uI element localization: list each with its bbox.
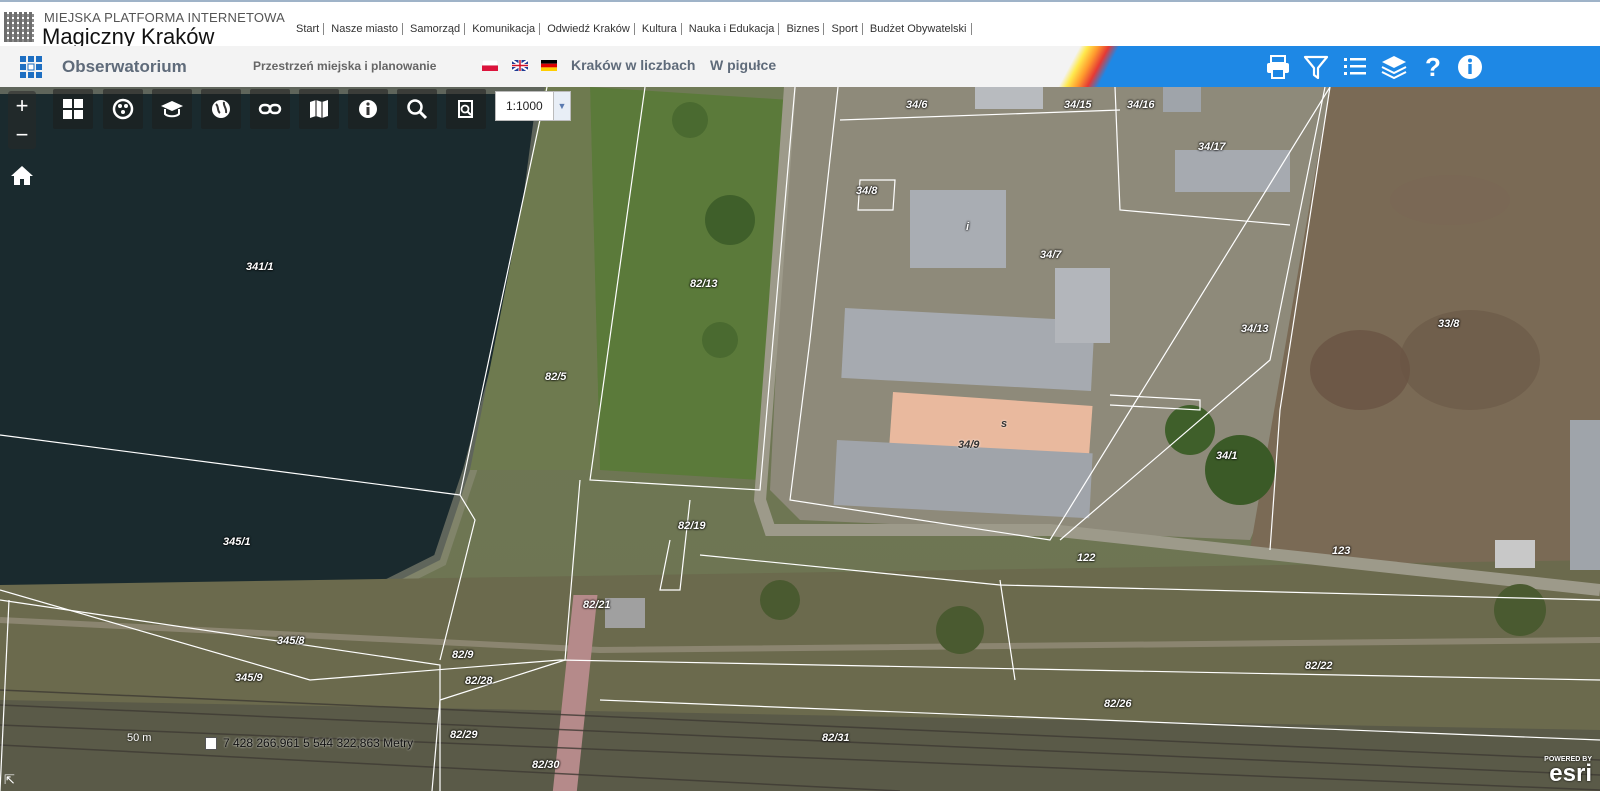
about-icon[interactable]	[1455, 52, 1485, 82]
parcel-label[interactable]: 82/9	[452, 649, 473, 661]
map-icon[interactable]	[299, 89, 339, 129]
parcel-label[interactable]: 82/22	[1305, 660, 1333, 672]
home-icon[interactable]	[9, 164, 35, 186]
parcel-label[interactable]: 33/8	[1438, 318, 1459, 330]
app-section-title: Przestrzeń miejska i planowanie	[253, 59, 437, 73]
parcel-label[interactable]: 34/7	[1040, 249, 1061, 261]
scale-bar: 50 m	[127, 732, 152, 744]
parcel-label[interactable]: 82/28	[465, 675, 493, 687]
list-icon[interactable]	[1340, 52, 1370, 82]
grid-icon[interactable]	[53, 89, 93, 129]
layers-icon[interactable]	[1379, 52, 1409, 82]
brand-subtitle: MIEJSKA PLATFORMA INTERNETOWA	[44, 10, 286, 25]
app-title[interactable]: Obserwatorium	[62, 57, 187, 77]
help-icon[interactable]: ?	[1418, 52, 1448, 82]
flag-uk-icon[interactable]	[512, 60, 528, 71]
zoom-in-button[interactable]: +	[8, 91, 36, 120]
portal-logo-icon[interactable]	[4, 12, 34, 42]
map-canvas[interactable]: 341/1 345/1 82/5 82/13 82/19 82/21 82/9 …	[0, 87, 1600, 791]
calculator-icon	[205, 737, 217, 751]
obserwatorium-logo-icon[interactable]	[18, 54, 44, 80]
nav-sport[interactable]: Sport	[827, 23, 863, 35]
link-w-pigulce[interactable]: W pigułce	[710, 57, 776, 73]
coordinates-readout: 7 428 266,961 5 544 322,863 Metry	[205, 736, 414, 751]
education-icon[interactable]	[152, 89, 192, 129]
palette-icon[interactable]	[103, 89, 143, 129]
print-icon[interactable]	[1263, 52, 1293, 82]
parcel-label[interactable]: 345/8	[277, 635, 305, 647]
portal-nav: Start Nasze miasto Samorząd Komunikacja …	[296, 23, 972, 35]
expand-arrow-icon[interactable]: ⇱	[4, 773, 18, 787]
nav-biznes[interactable]: Biznes	[782, 23, 825, 35]
parcel-label[interactable]: 82/5	[545, 371, 566, 383]
nav-nauka[interactable]: Nauka i Edukacja	[684, 23, 780, 35]
portal-header: MIEJSKA PLATFORMA INTERNETOWA Magiczny K…	[0, 0, 1600, 49]
svg-text:?: ?	[1425, 52, 1441, 82]
building-label[interactable]: i	[966, 221, 969, 233]
parcel-label[interactable]: 82/31	[822, 732, 850, 744]
zoom-control: + −	[8, 91, 36, 149]
scale-dropdown[interactable]: 1:1000 ▼	[495, 91, 571, 121]
esri-wordmark: esri	[1549, 760, 1592, 787]
parcel-label[interactable]: 34/15	[1064, 99, 1092, 111]
globe-icon[interactable]	[201, 89, 241, 129]
parcel-label[interactable]: 34/6	[906, 99, 927, 111]
parcel-label[interactable]: 345/1	[223, 536, 251, 548]
parcel-label[interactable]: 82/29	[450, 729, 478, 741]
parcel-label[interactable]: 82/26	[1104, 698, 1132, 710]
scale-value: 1:1000	[506, 99, 543, 113]
rainbow-decoration	[1030, 46, 1140, 87]
nav-nasze-miasto[interactable]: Nasze miasto	[327, 23, 403, 35]
parcel-label[interactable]: 82/19	[678, 520, 706, 532]
parcel-label[interactable]: 34/1	[1216, 450, 1237, 462]
parcel-label[interactable]: 34/13	[1241, 323, 1269, 335]
nav-samorzad[interactable]: Samorząd	[406, 23, 466, 35]
parcel-label[interactable]: 82/13	[690, 278, 718, 290]
search-icon[interactable]	[397, 89, 437, 129]
flag-pl-icon[interactable]	[482, 60, 498, 71]
parcel-label[interactable]: 123	[1332, 545, 1350, 557]
esri-logo[interactable]: POWERED BY esri	[1532, 756, 1592, 787]
flag-de-icon[interactable]	[541, 60, 557, 71]
parcel-label[interactable]: 122	[1077, 552, 1095, 564]
app-toolbar: Obserwatorium Przestrzeń miejska i plano…	[0, 46, 1600, 88]
link-icon[interactable]	[250, 89, 290, 129]
nav-budzet[interactable]: Budżet Obywatelski	[865, 23, 972, 35]
parcel-label[interactable]: 34/17	[1198, 141, 1226, 153]
parcel-label[interactable]: 345/9	[235, 672, 263, 684]
info-icon[interactable]	[348, 89, 388, 129]
parcel-label[interactable]: 341/1	[246, 261, 274, 273]
parcel-label[interactable]: 82/21	[583, 599, 611, 611]
zoom-document-icon[interactable]	[446, 89, 486, 129]
coordinates-text: 7 428 266,961 5 544 322,863 Metry	[223, 736, 414, 750]
parcel-label[interactable]: 34/8	[856, 185, 877, 197]
zoom-out-button[interactable]: −	[8, 120, 36, 149]
chevron-down-icon[interactable]: ▼	[553, 92, 570, 120]
nav-start[interactable]: Start	[296, 23, 325, 35]
parcel-label[interactable]: 82/30	[532, 759, 560, 771]
toolbar-accent: ?	[1030, 46, 1600, 87]
nav-odwiedz-krakow[interactable]: Odwiedź Kraków	[543, 23, 635, 35]
nav-komunikacja[interactable]: Komunikacja	[468, 23, 541, 35]
link-krakow-w-liczbach[interactable]: Kraków w liczbach	[571, 57, 695, 73]
parcel-label[interactable]: 34/16	[1127, 99, 1155, 111]
parcel-label[interactable]: 34/9	[958, 439, 979, 451]
map-imagery	[0, 87, 1600, 791]
filter-icon[interactable]	[1301, 52, 1331, 82]
nav-kultura[interactable]: Kultura	[637, 23, 682, 35]
building-label[interactable]: s	[1001, 418, 1007, 430]
